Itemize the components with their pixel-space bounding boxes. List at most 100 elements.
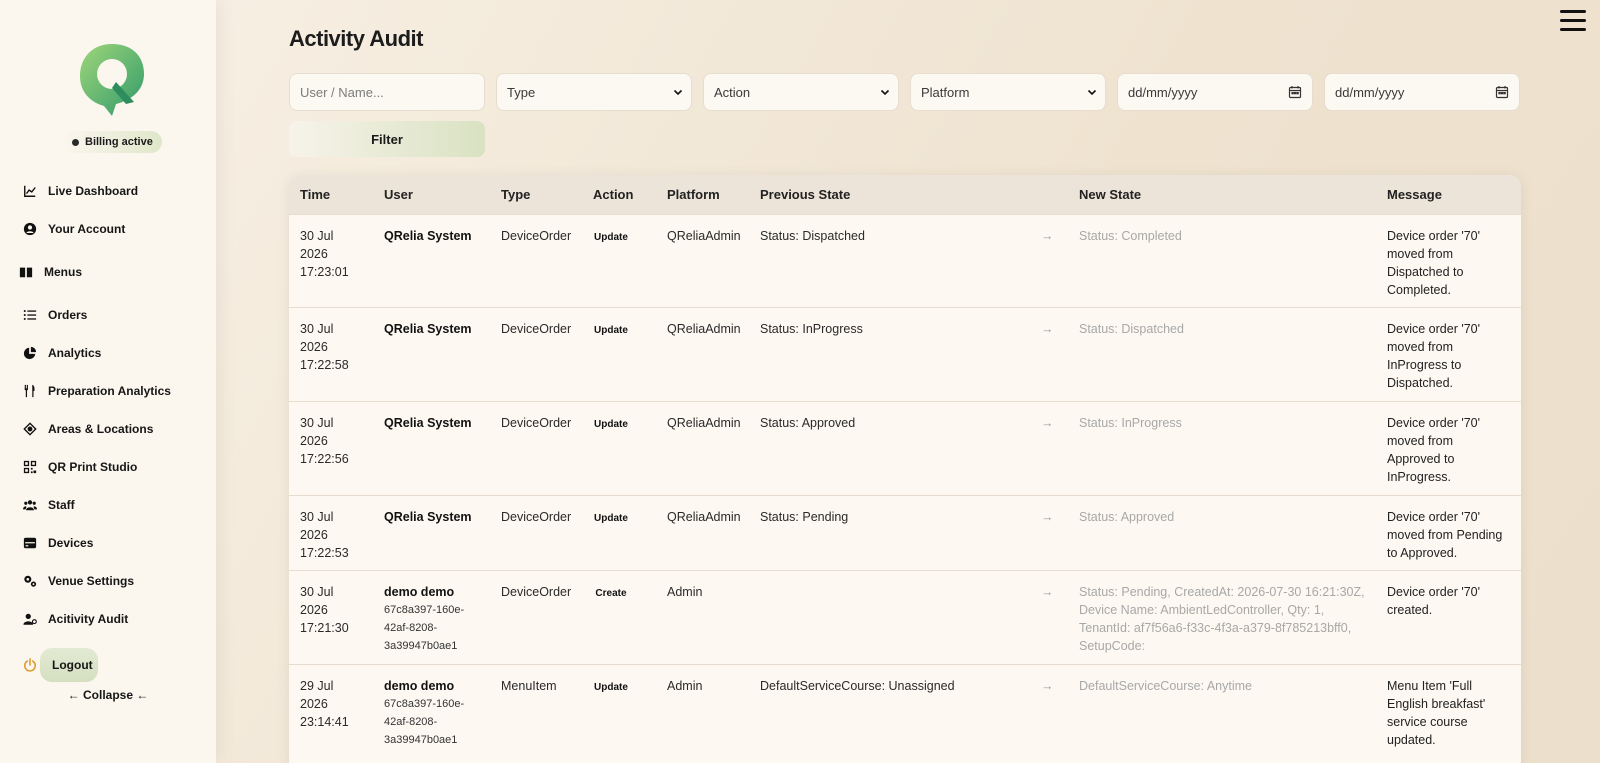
cell-message: Device order '70' moved from Approved to… — [1387, 416, 1481, 484]
date-from-input[interactable]: dd/mm/yyyy — [1117, 73, 1313, 111]
location-crosshair-icon — [22, 421, 38, 437]
table-row[interactable]: 30 Jul 2026 17:22:56 QRelia System DeviceOrd… — [289, 401, 1521, 495]
col-platform[interactable]: Platform — [667, 187, 720, 202]
cell-user: QRelia System — [384, 320, 494, 338]
col-action[interactable]: Action — [593, 187, 633, 202]
cell-new-state: Status: Pending, CreatedAt: 2026-07-30 1… — [1079, 585, 1365, 653]
cell-previous-state: DefaultServiceCourse: Unassigned — [760, 679, 955, 693]
cell-message: Device order '70' created. — [1387, 585, 1481, 617]
cell-user: QRelia System — [384, 227, 494, 245]
cell-new-state: Status: Dispatched — [1079, 322, 1184, 336]
platform-select[interactable]: Platform — [910, 73, 1106, 111]
status-dot-icon — [72, 138, 79, 146]
pie-chart-icon — [22, 345, 38, 361]
col-new-state[interactable]: New State — [1079, 187, 1141, 202]
col-previous-state[interactable]: Previous State — [760, 187, 850, 202]
table-header: Time User Type Action Platform Previous … — [289, 175, 1521, 214]
time-part: 30 Jul — [300, 510, 334, 524]
nav-label: QR Print Studio — [48, 460, 138, 474]
nav-live-dashboard[interactable]: Live Dashboard — [22, 180, 138, 202]
date-from-placeholder: dd/mm/yyyy — [1128, 84, 1198, 100]
cell-type: MenuItem — [501, 679, 557, 693]
user-name: QRelia System — [384, 510, 472, 524]
cell-type: DeviceOrder — [501, 510, 572, 524]
arrow-right-icon: → — [1041, 229, 1054, 243]
nav-label: Areas & Locations — [48, 422, 154, 436]
nav-logout[interactable]: Logout — [22, 654, 93, 676]
col-time[interactable]: Time — [300, 187, 330, 202]
cell-time: 30 Jul 2026 17:21:30 — [300, 583, 370, 637]
nav-staff[interactable]: Staff — [22, 494, 75, 516]
time-part: 17:22:53 — [300, 546, 349, 560]
nav-qr-print-studio[interactable]: QR Print Studio — [22, 456, 137, 478]
arrow-right-icon: → — [1041, 510, 1054, 524]
user-name: QRelia System — [384, 416, 472, 430]
cell-previous-state: Status: Dispatched — [760, 229, 865, 243]
cell-platform: Admin — [667, 585, 703, 599]
billing-status-badge: Billing active — [64, 131, 162, 153]
date-to-input[interactable]: dd/mm/yyyy — [1324, 73, 1520, 111]
cell-time: 30 Jul 2026 17:23:01 — [300, 227, 370, 281]
cell-message: Device order '70' moved from InProgress … — [1387, 322, 1481, 390]
table-row[interactable]: 30 Jul 2026 17:22:53 QRelia System DeviceOrd… — [289, 495, 1521, 570]
book-open-icon — [18, 264, 34, 280]
time-part: 2026 — [300, 434, 328, 448]
chart-line-icon — [22, 183, 38, 199]
nav-analytics[interactable]: Analytics — [22, 342, 101, 364]
arrow-right-icon: → — [1041, 679, 1054, 693]
hamburger-menu-icon[interactable] — [1560, 10, 1586, 32]
table-row[interactable]: 30 Jul 2026 17:23:01 QRelia System DeviceOrd… — [289, 214, 1521, 307]
nav-label: Venue Settings — [48, 574, 135, 588]
cell-new-state: Status: InProgress — [1079, 416, 1182, 430]
time-part: 29 Jul — [300, 679, 334, 693]
nav-your-account[interactable]: Your Account — [22, 218, 125, 240]
nav-label: Menus — [44, 265, 83, 279]
table-row[interactable]: 29 Jul 2026 23:14:41 demo demo 67c8a397-160e… — [289, 664, 1521, 758]
filter-button[interactable]: Filter — [289, 121, 485, 157]
cell-new-state: DefaultServiceCourse: Anytime — [1079, 679, 1252, 693]
time-part: 17:23:01 — [300, 265, 349, 279]
cell-time: 30 Jul 2026 17:22:56 — [300, 414, 370, 468]
cell-action-badge: Create — [595, 588, 627, 599]
calendar-icon[interactable] — [1495, 85, 1509, 99]
nav-areas-locations[interactable]: Areas & Locations — [22, 418, 153, 440]
col-type[interactable]: Type — [501, 187, 530, 202]
qrelia-logo[interactable] — [76, 42, 148, 118]
collapse-button[interactable]: ← Collapse ← — [0, 688, 216, 702]
arrow-right-icon: → — [1041, 585, 1054, 599]
user-search-input[interactable]: User / Name... — [289, 73, 485, 111]
action-select[interactable]: Action — [703, 73, 899, 111]
nav-preparation-analytics[interactable]: Preparation Analytics — [22, 380, 171, 402]
time-part: 30 Jul — [300, 585, 334, 599]
cell-previous-state: Status: InProgress — [760, 322, 863, 336]
cell-type: DeviceOrder — [501, 322, 572, 336]
time-part: 2026 — [300, 528, 328, 542]
nav-devices[interactable]: Devices — [22, 532, 93, 554]
time-part: 30 Jul — [300, 416, 334, 430]
col-message[interactable]: Message — [1387, 187, 1442, 202]
utensils-icon — [22, 383, 38, 399]
user-name: demo demo — [384, 679, 455, 693]
chevron-down-icon — [1087, 89, 1097, 96]
nav-label: Your Account — [48, 222, 126, 236]
cell-platform: QReliaAdmin — [667, 416, 741, 430]
cell-time: 29 Jul 2026 23:14:41 — [300, 677, 370, 731]
platform-select-value: Platform — [921, 84, 970, 100]
cell-user: demo demo 67c8a397-160e- 42af-8208- 3a39947… — [384, 583, 494, 655]
calendar-icon[interactable] — [1288, 85, 1302, 99]
user-circle-icon — [22, 221, 38, 237]
col-user[interactable]: User — [384, 187, 413, 202]
cell-new-state: Status: Approved — [1079, 510, 1175, 524]
billing-status-label: Billing active — [85, 136, 153, 148]
nav-activity-audit[interactable]: Acitivity Audit — [22, 608, 128, 630]
nav-menus[interactable]: Menus — [18, 261, 82, 283]
cell-user: demo demo 67c8a397-160e- 42af-8208- 3a39947… — [384, 677, 494, 749]
type-select[interactable]: Type — [496, 73, 692, 111]
cell-type: DeviceOrder — [501, 585, 572, 599]
time-part: 2026 — [300, 697, 328, 711]
nav-venue-settings[interactable]: Venue Settings — [22, 570, 134, 592]
nav-orders[interactable]: Orders — [22, 304, 87, 326]
cell-user: QRelia System — [384, 414, 494, 432]
table-row[interactable]: 30 Jul 2026 17:21:30 demo demo 67c8a397-160e… — [289, 570, 1521, 664]
table-row[interactable]: 30 Jul 2026 17:22:58 QRelia System DeviceOrd… — [289, 307, 1521, 401]
